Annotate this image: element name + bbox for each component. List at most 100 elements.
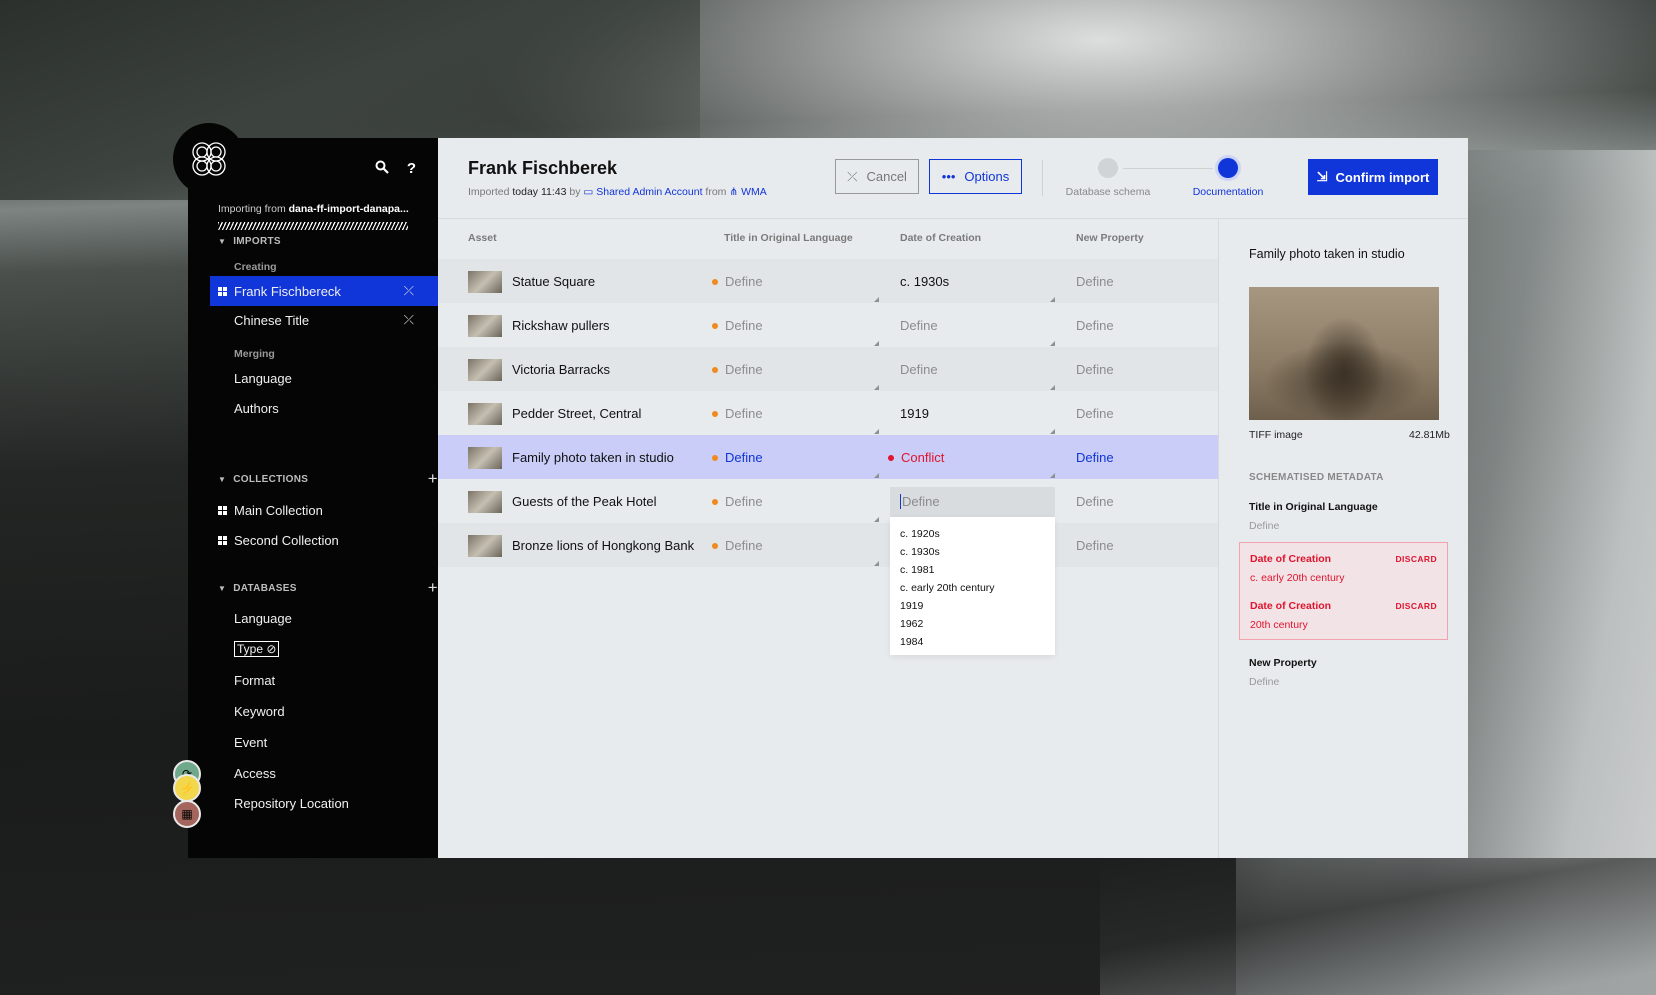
column-header-asset[interactable]: Asset — [468, 232, 497, 244]
avatar[interactable]: ▦ — [173, 800, 201, 828]
org-link[interactable]: ⋔ WMA — [729, 186, 766, 198]
property-cell[interactable]: Define — [1076, 274, 1114, 289]
asset-preview-image[interactable] — [1249, 287, 1439, 420]
import-progress-bar — [218, 222, 408, 230]
date-cell[interactable]: Define — [900, 318, 938, 333]
sidebar-item-db-repository-location[interactable]: Repository Location — [210, 788, 438, 818]
sidebar-item-frank-fischbereck[interactable]: Frank Fischbereck ⤫ — [210, 276, 438, 306]
sidebar-item-language[interactable]: Language — [210, 363, 438, 393]
resize-handle[interactable] — [1050, 473, 1055, 478]
imports-section-header[interactable]: ▼ IMPORTS — [218, 236, 281, 247]
sidebar-item-db-access[interactable]: Access — [210, 758, 438, 788]
date-suggestions-dropdown: c. 1920s c. 1930s c. 1981 c. early 20th … — [890, 517, 1055, 655]
date-cell[interactable]: Define — [900, 362, 938, 377]
property-cell[interactable]: Define — [1076, 538, 1114, 553]
sidebar-item-authors[interactable]: Authors — [210, 393, 438, 423]
sidebar-item-chinese-title[interactable]: Chinese Title ⤫ — [210, 305, 438, 335]
sidebar-item-db-keyword[interactable]: Keyword — [210, 696, 438, 726]
close-icon[interactable]: ⤫ — [404, 312, 414, 328]
sidebar-item-db-event[interactable]: Event — [210, 727, 438, 757]
dropdown-option[interactable]: c. 1981 — [890, 561, 1055, 579]
property-cell[interactable]: Define — [1076, 318, 1114, 333]
resize-handle[interactable] — [1050, 429, 1055, 434]
table-row[interactable]: Victoria Barracks Define Define Define — [438, 347, 1218, 391]
org-icon: ⋔ — [729, 186, 739, 198]
sidebar-item-label: Language — [234, 610, 292, 626]
chevron-down-icon: ▼ — [218, 584, 227, 593]
title-cell[interactable]: Define — [712, 494, 763, 509]
resize-handle[interactable] — [874, 341, 879, 346]
dropdown-option[interactable]: 1962 — [890, 615, 1055, 633]
column-header-title[interactable]: Title in Original Language — [724, 232, 853, 244]
collections-section-header[interactable]: ▼ COLLECTIONS + — [218, 469, 438, 488]
table-row[interactable]: Statue Square Define c. 1930s Define — [438, 259, 1218, 303]
add-database-icon[interactable]: + — [428, 578, 438, 598]
sidebar-item-db-format[interactable]: Format — [210, 665, 438, 695]
table-row[interactable]: Guests of the Peak Hotel Define Define D… — [438, 479, 1218, 655]
sidebar-item-label: Frank Fischbereck — [234, 283, 341, 299]
conflict-value[interactable]: 20th century — [1250, 619, 1308, 631]
sidebar-item-db-type[interactable]: Type ⊘ — [210, 634, 438, 664]
confirm-import-button[interactable]: ⇲ Confirm import — [1308, 159, 1438, 195]
discard-button[interactable]: DISCARD — [1395, 601, 1437, 611]
resize-handle[interactable] — [874, 561, 879, 566]
sidebar-item-main-collection[interactable]: Main Collection — [210, 495, 438, 525]
databases-section-header[interactable]: ▼ DATABASES + — [218, 578, 438, 597]
property-cell[interactable]: Define — [1076, 450, 1114, 465]
field-value[interactable]: Define — [1249, 676, 1279, 688]
property-cell[interactable]: Define — [1076, 362, 1114, 377]
asset-thumbnail — [468, 315, 502, 337]
resize-handle[interactable] — [874, 429, 879, 434]
table-row[interactable]: Rickshaw pullers Define Define Define — [438, 303, 1218, 347]
step-documentation[interactable]: Documentation — [1183, 158, 1273, 198]
resize-handle[interactable] — [1050, 297, 1055, 302]
title-cell[interactable]: Define — [712, 318, 763, 333]
sidebar-item-second-collection[interactable]: Second Collection — [210, 525, 438, 555]
search-icon[interactable] — [375, 160, 389, 178]
date-cell[interactable]: 1919 — [900, 406, 929, 421]
dropdown-option[interactable]: c. 1920s — [890, 525, 1055, 543]
confirm-label: Confirm import — [1335, 169, 1430, 185]
table-row[interactable]: Bronze lions of Hongkong Bank Define Def… — [438, 523, 1218, 567]
resize-handle[interactable] — [1050, 341, 1055, 346]
title-cell[interactable]: Define — [712, 450, 763, 465]
property-cell[interactable]: Define — [1076, 494, 1114, 509]
column-header-property[interactable]: New Property — [1076, 232, 1144, 244]
date-cell-conflict[interactable]: Conflict — [888, 450, 944, 465]
title-cell[interactable]: Define — [712, 274, 763, 289]
title-cell[interactable]: Define — [712, 406, 763, 421]
resize-handle[interactable] — [874, 385, 879, 390]
table-row[interactable]: Pedder Street, Central Define 1919 Defin… — [438, 391, 1218, 435]
title-cell[interactable]: Define — [712, 538, 763, 553]
table-row-selected[interactable]: Family photo taken in studio Define Conf… — [438, 435, 1218, 479]
help-icon[interactable]: ? — [407, 160, 416, 178]
dropdown-option[interactable]: 1919 — [890, 597, 1055, 615]
field-value[interactable]: Define — [1249, 520, 1279, 532]
sidebar-item-db-language[interactable]: Language — [210, 603, 438, 633]
resize-handle[interactable] — [1050, 385, 1055, 390]
column-header-date[interactable]: Date of Creation — [900, 232, 981, 244]
conflict-value[interactable]: c. early 20th century — [1250, 572, 1345, 584]
date-input[interactable]: Define — [900, 494, 940, 509]
options-button[interactable]: ••• Options — [929, 159, 1022, 194]
avatar[interactable]: ⚡ — [173, 774, 201, 802]
dropdown-option[interactable]: c. early 20th century — [890, 579, 1055, 597]
app-logo[interactable] — [173, 123, 245, 195]
discard-button[interactable]: DISCARD — [1395, 554, 1437, 564]
resize-handle[interactable] — [874, 517, 879, 522]
resize-handle[interactable] — [874, 473, 879, 478]
date-cell[interactable]: c. 1930s — [900, 274, 949, 289]
add-collection-icon[interactable]: + — [428, 469, 438, 489]
account-link[interactable]: ▭ Shared Admin Account — [583, 186, 702, 198]
step-database-schema[interactable]: Database schema — [1063, 158, 1153, 198]
monitor-icon: ▭ — [583, 186, 594, 198]
close-icon[interactable]: ⤫ — [404, 283, 414, 299]
dropdown-option[interactable]: 1984 — [890, 633, 1055, 651]
property-cell[interactable]: Define — [1076, 406, 1114, 421]
sidebar-item-label: Repository Location — [234, 795, 349, 811]
dropdown-option[interactable]: c. 1930s — [890, 543, 1055, 561]
title-cell[interactable]: Define — [712, 362, 763, 377]
cancel-button[interactable]: ⤫ Cancel — [835, 159, 919, 194]
warning-dot — [712, 498, 718, 505]
resize-handle[interactable] — [874, 297, 879, 302]
